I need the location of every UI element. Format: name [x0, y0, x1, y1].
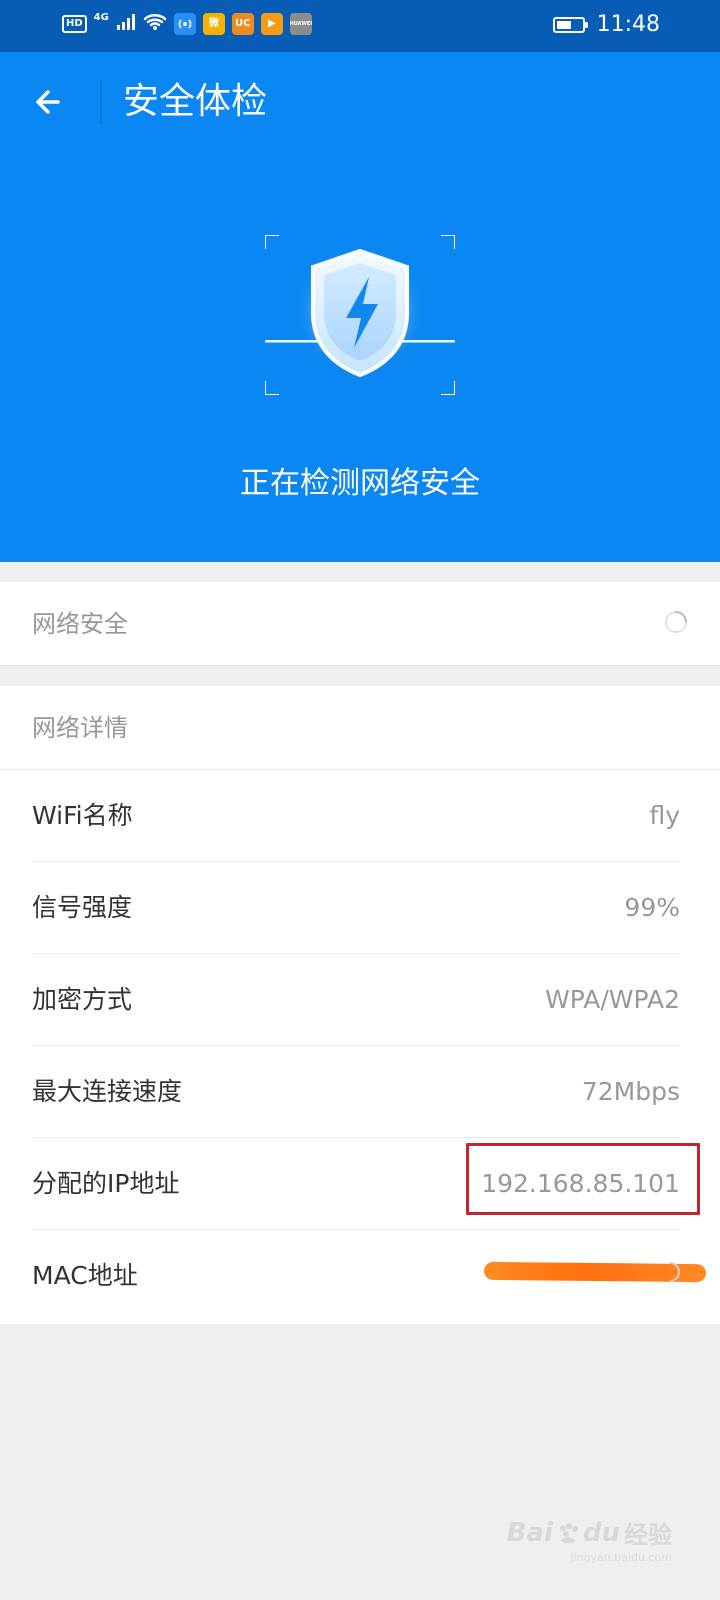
- security-check-header: 安全体检 正在检测网络安全: [0, 52, 720, 562]
- network-security-title: 网络安全: [32, 610, 128, 638]
- back-arrow-icon: [36, 90, 60, 114]
- status-right-group: 11:48: [552, 12, 660, 38]
- max-speed-value: 72Mbps: [581, 1077, 680, 1106]
- mac-address-label: MAC地址: [32, 1261, 138, 1290]
- baidu-jingyan-watermark: Bai du 经验 jingyan.baidu.com: [507, 1515, 672, 1565]
- detail-row-signal-strength: 信号强度 99%: [32, 862, 680, 954]
- network-details-card: 网络详情 WiFi名称 fly 信号强度 99% 加密方式 WPA/WPA2 最…: [0, 686, 720, 1324]
- status-left-group: HD 4G 微 UC ▶ HUAWEI: [62, 12, 312, 36]
- status-time: 11:48: [596, 12, 660, 37]
- network-type: 4G: [93, 12, 109, 23]
- status-bar: HD 4G 微 UC ▶ HUAWEI 11:48: [0, 0, 720, 52]
- loading-spinner-icon: [665, 611, 687, 633]
- uc-browser-icon: UC: [231, 13, 254, 35]
- signal-strength-value: 99%: [624, 893, 680, 922]
- paw-print-icon: [559, 1522, 578, 1543]
- signal-app-icon: [173, 13, 196, 35]
- encryption-value: WPA/WPA2: [545, 985, 680, 1014]
- detail-row-mac-address: MAC地址: [32, 1230, 707, 1322]
- wifi-icon: [143, 12, 167, 36]
- battery-fill: [556, 21, 572, 29]
- network-security-card: 网络安全: [0, 582, 720, 666]
- network-badge: HD: [62, 15, 87, 33]
- encryption-label: 加密方式: [32, 985, 133, 1014]
- battery-icon: [552, 17, 588, 33]
- cellular-signal-icon: [116, 13, 136, 35]
- huawei-icon: HUAWEI: [290, 13, 312, 35]
- weibo-icon: 微: [202, 13, 225, 35]
- page-title: 安全体检: [123, 81, 268, 122]
- network-details-header: 网络详情: [0, 686, 720, 770]
- watermark-du-text: du: [582, 1517, 620, 1548]
- scan-status-text: 正在检测网络安全: [240, 466, 480, 501]
- watermark-logo-row: Bai du 经验: [507, 1515, 672, 1550]
- ip-address-label: 分配的IP地址: [32, 1169, 180, 1198]
- watermark-wrap: Bai du 经验 jingyan.baidu.com: [507, 1515, 672, 1565]
- detail-row-encryption: 加密方式 WPA/WPA2: [32, 954, 680, 1046]
- detail-row-max-speed: 最大连接速度 72Mbps: [32, 1046, 680, 1138]
- wifi-name-value: fly: [649, 801, 680, 830]
- header-divider: [100, 80, 102, 124]
- shield-scanner: [264, 234, 456, 396]
- ip-address-highlight-box: [466, 1143, 700, 1215]
- max-speed-label: 最大连接速度: [32, 1077, 183, 1106]
- watermark-url: jingyan.baidu.com: [570, 1551, 672, 1564]
- watermark-bai-text: Bai: [506, 1517, 553, 1548]
- network-details-title: 网络详情: [32, 714, 128, 742]
- back-button[interactable]: [26, 78, 74, 126]
- watermark-jingyan-text: 经验: [624, 1521, 672, 1549]
- detail-row-wifi-name: WiFi名称 fly: [32, 770, 680, 862]
- video-app-icon: ▶: [260, 13, 283, 35]
- wifi-name-label: WiFi名称: [32, 801, 133, 830]
- signal-strength-label: 信号强度: [32, 893, 133, 922]
